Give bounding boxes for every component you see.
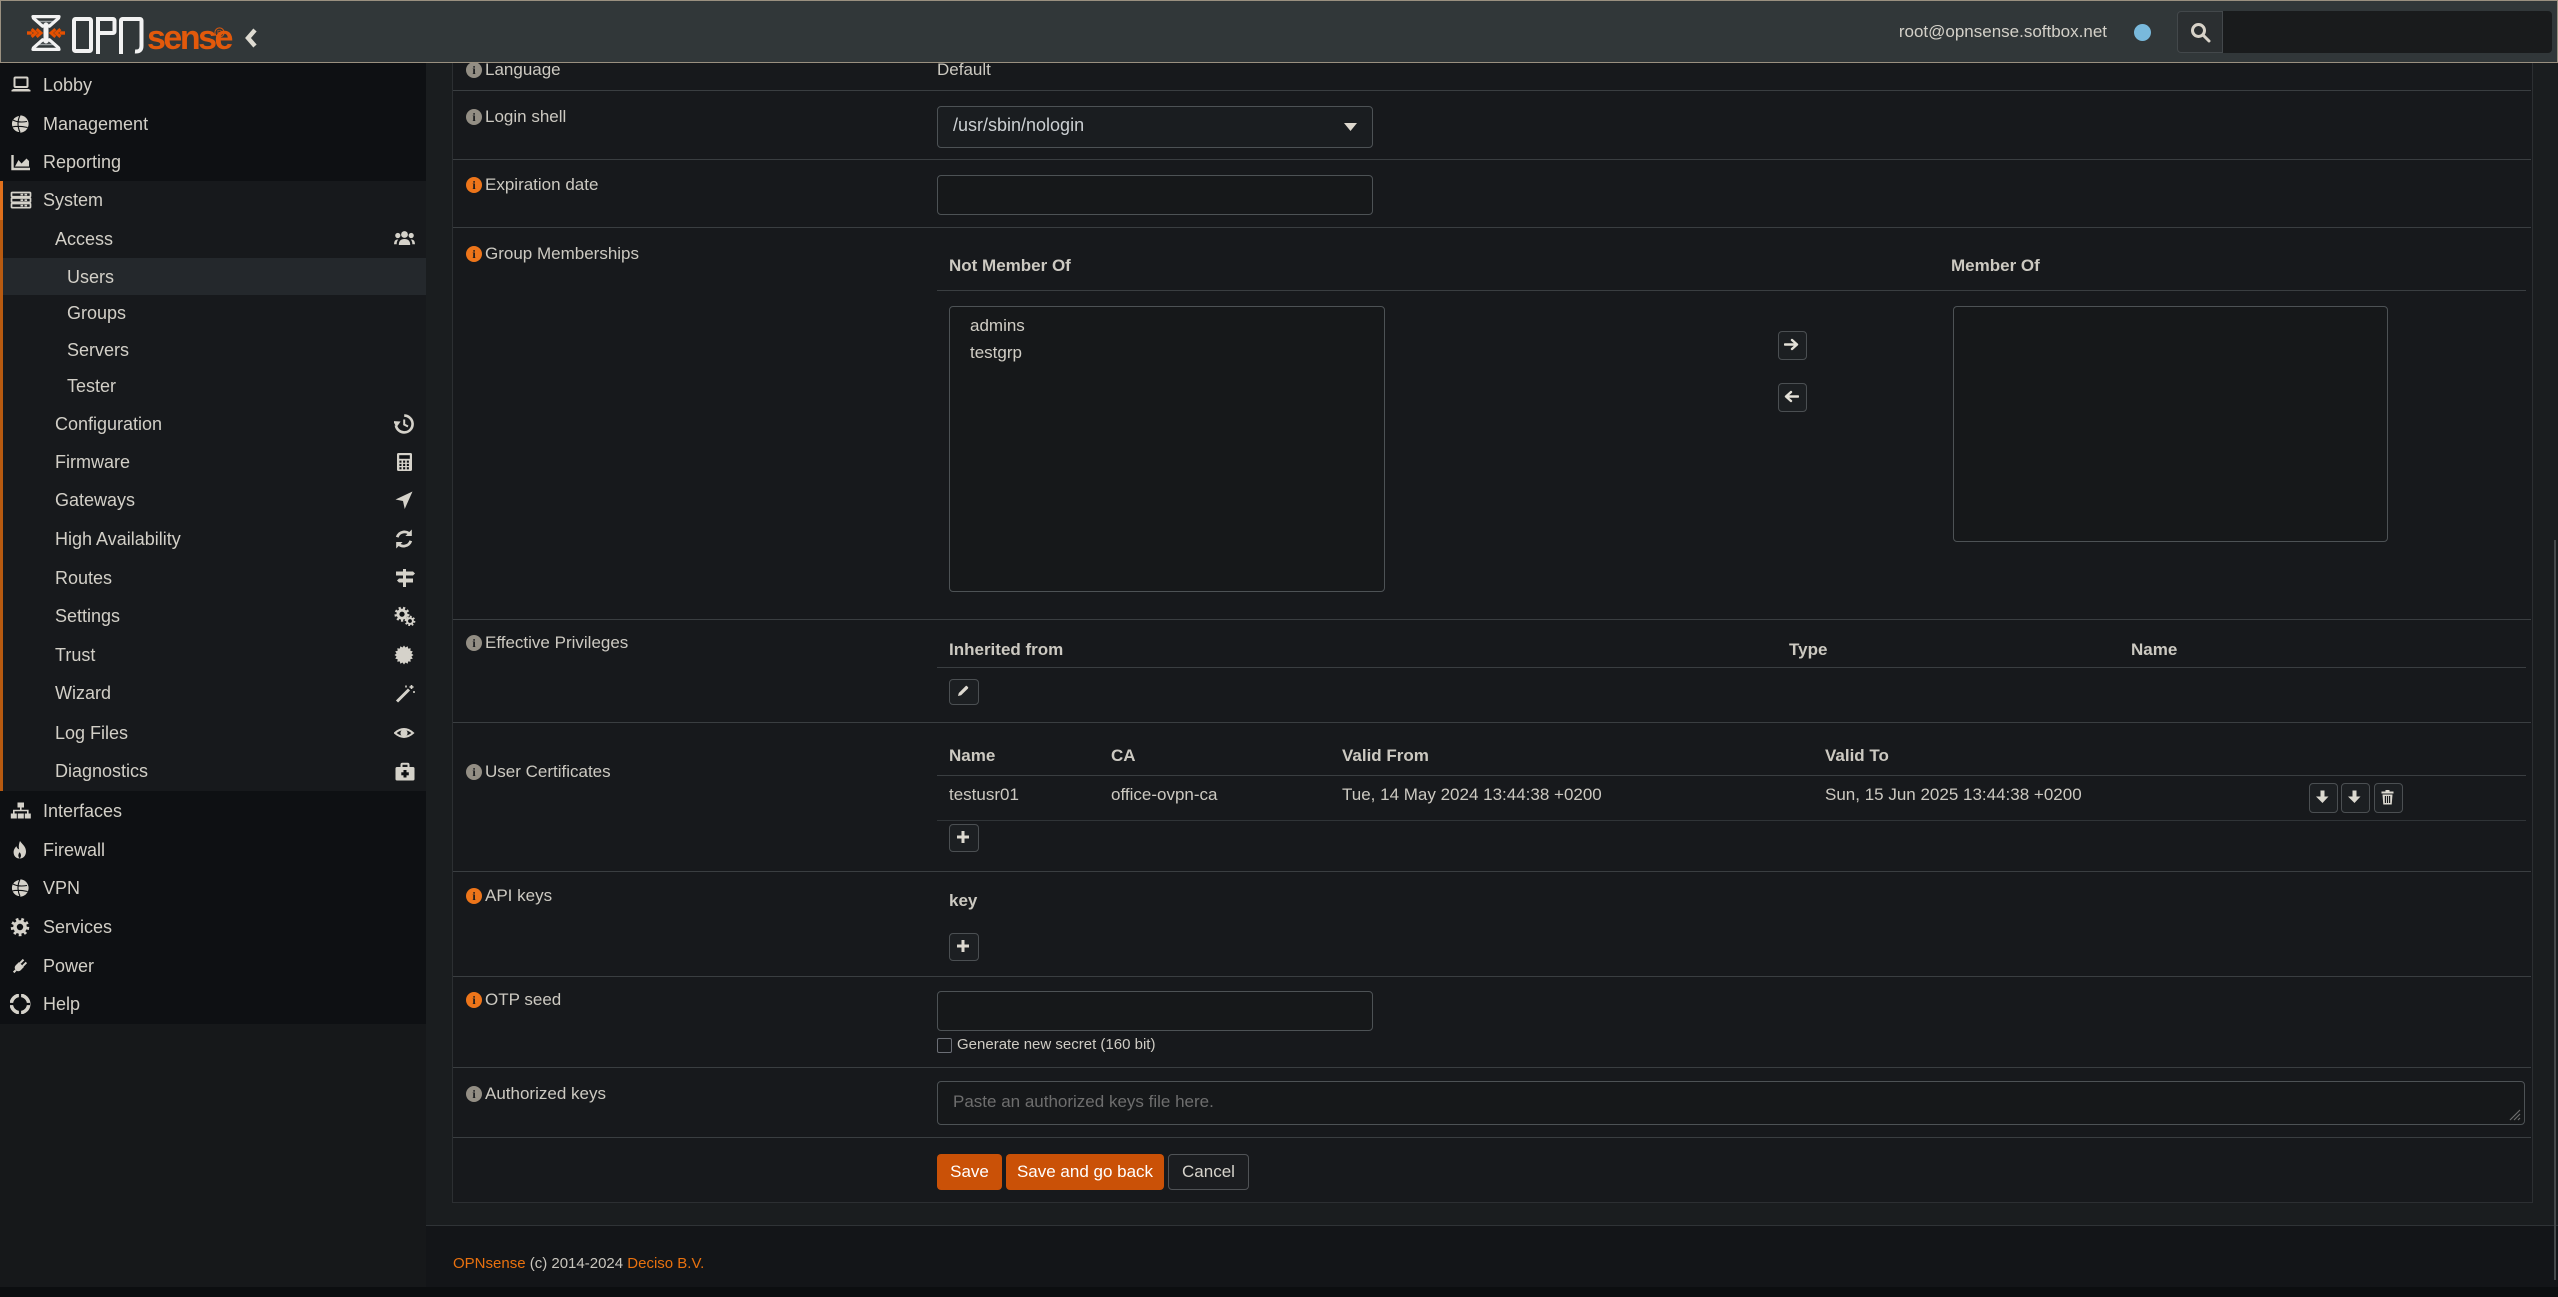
svg-text:R: R	[217, 30, 222, 37]
